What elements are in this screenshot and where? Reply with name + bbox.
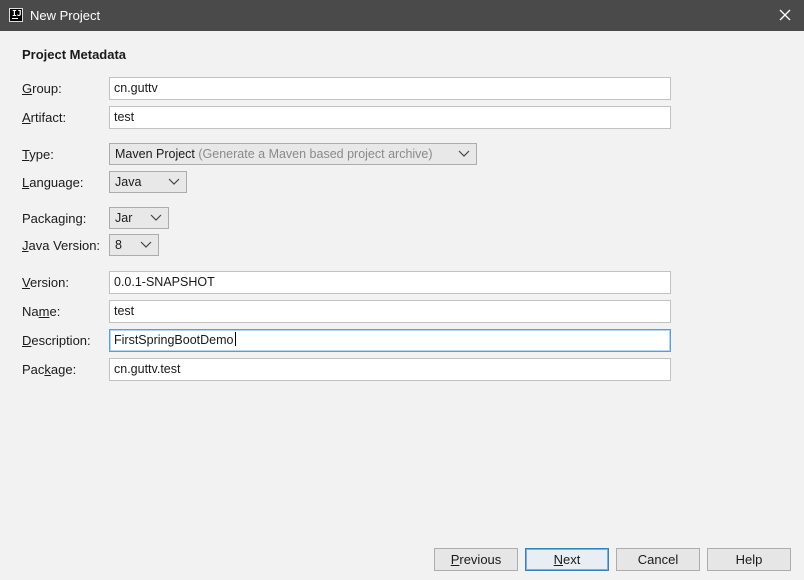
language-label: Language: [22, 175, 84, 190]
window-title: New Project [30, 8, 101, 23]
chevron-down-icon [140, 235, 154, 255]
java-version-selected-value: 8 [115, 238, 122, 252]
chevron-down-icon [168, 172, 182, 192]
version-field[interactable]: 0.0.1-SNAPSHOT [109, 271, 671, 294]
intellij-logo-icon: IJ [9, 8, 23, 22]
artifact-field[interactable]: test [109, 106, 671, 129]
type-dropdown[interactable]: Maven Project (Generate a Maven based pr… [109, 143, 477, 165]
description-value: FirstSpringBootDemo [114, 333, 234, 347]
type-hint: (Generate a Maven based project archive) [198, 147, 433, 161]
help-button[interactable]: Help [707, 548, 791, 571]
chevron-down-icon [150, 208, 164, 228]
version-label: Version: [22, 275, 69, 290]
text-caret [234, 332, 236, 346]
close-button[interactable] [774, 4, 796, 26]
java-version-dropdown[interactable]: 8 [109, 234, 159, 256]
section-title: Project Metadata [22, 47, 127, 62]
packaging-label: Packaging: [22, 211, 87, 226]
packaging-selected-value: Jar [115, 211, 133, 225]
language-dropdown[interactable]: Java [109, 171, 187, 193]
chevron-down-icon [458, 144, 472, 164]
description-field[interactable]: FirstSpringBootDemo [109, 329, 671, 352]
next-button[interactable]: Next [525, 548, 609, 571]
group-label: Group: [22, 81, 62, 96]
packaging-dropdown[interactable]: Jar [109, 207, 169, 229]
package-field[interactable]: cn.guttv.test [109, 358, 671, 381]
name-label: Name: [22, 304, 61, 319]
name-field[interactable]: test [109, 300, 671, 323]
previous-button[interactable]: Previous [434, 548, 518, 571]
artifact-label: Artifact: [22, 110, 67, 125]
package-label: Package: [22, 362, 77, 377]
java-version-label: Java Version: [22, 238, 101, 253]
language-selected-value: Java [115, 175, 142, 189]
group-field[interactable]: cn.guttv [109, 77, 671, 100]
type-selected-value: Maven Project [115, 147, 195, 161]
cancel-button[interactable]: Cancel [616, 548, 700, 571]
title-bar: IJ New Project [0, 0, 804, 31]
description-label: Description: [22, 333, 91, 348]
close-icon [779, 9, 791, 21]
type-label: Type: [22, 147, 54, 162]
